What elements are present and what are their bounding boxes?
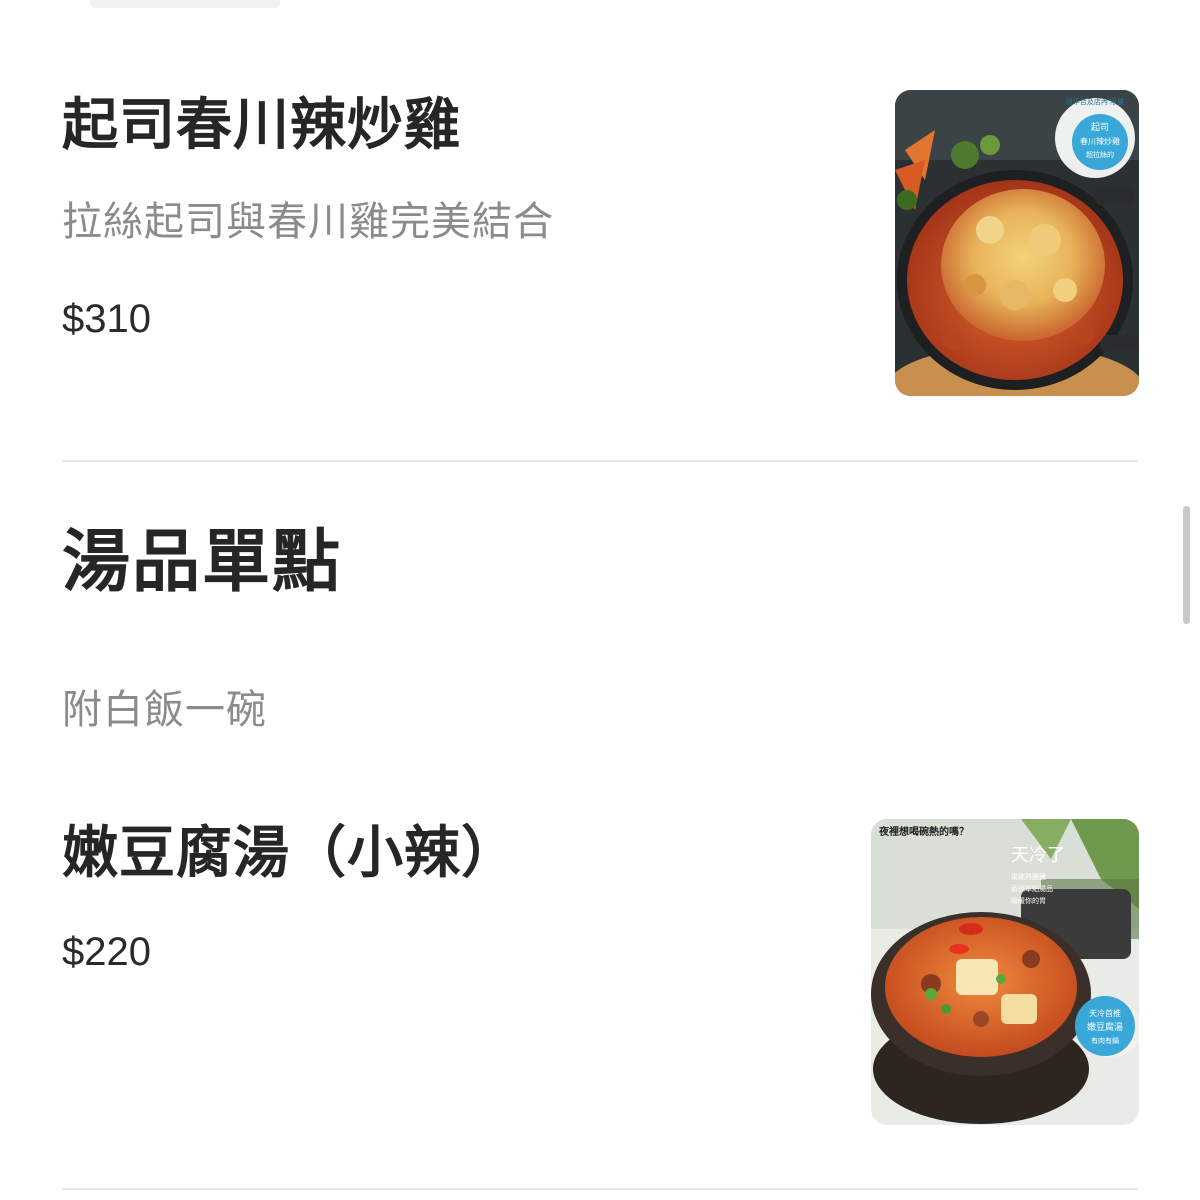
section-title: 湯品單點 — [62, 523, 343, 602]
divider — [62, 1188, 1138, 1190]
item-photo-tofu-soup[interactable]: 夜裡想喝碗熱的嗎？ 天冷了 來碗熱騰騰 香辣單點湯品 暖暖你的胃 天冷首推 嫩豆… — [871, 819, 1139, 1125]
photo-sub-3: 暖暖你的胃 — [1011, 896, 1046, 905]
photo-badge-2: 嫩豆腐湯 — [1087, 1021, 1123, 1033]
item-price: $220 — [62, 930, 151, 974]
photo-headline: 夜裡想喝碗熱的嗎？ — [878, 825, 969, 838]
divider — [62, 460, 1138, 462]
photo-title: 天冷了 — [1011, 845, 1065, 866]
scrollbar-thumb[interactable] — [1183, 506, 1190, 624]
photo-sub-2: 香辣單點湯品 — [1011, 884, 1053, 893]
photo-sub-1: 來碗熱騰騰 — [1011, 872, 1046, 881]
item-name: 起司春川辣炒雞 — [62, 93, 461, 158]
photo-badge-1: 天冷首推 — [1089, 1008, 1121, 1018]
badge-line-2: 春川辣炒雞 — [1080, 136, 1120, 146]
photo-badge-3: 有肉有鍋 — [1091, 1036, 1119, 1045]
item-name: 嫩豆腐湯（小辣） — [62, 821, 518, 886]
section-note: 附白飯一碗 — [62, 687, 267, 733]
badge-arc-text: 限平台及店內 限量 — [1066, 97, 1124, 106]
item-price: $310 — [62, 297, 151, 341]
badge-line-3: 超拉絲的 — [1086, 150, 1114, 159]
item-description: 拉絲起司與春川雞完美結合 — [62, 199, 554, 245]
badge-line-1: 起司 — [1091, 122, 1109, 133]
item-photo-cheese-chicken[interactable]: 起司 春川辣炒雞 超拉絲的 限平台及店內 限量 — [895, 90, 1139, 396]
